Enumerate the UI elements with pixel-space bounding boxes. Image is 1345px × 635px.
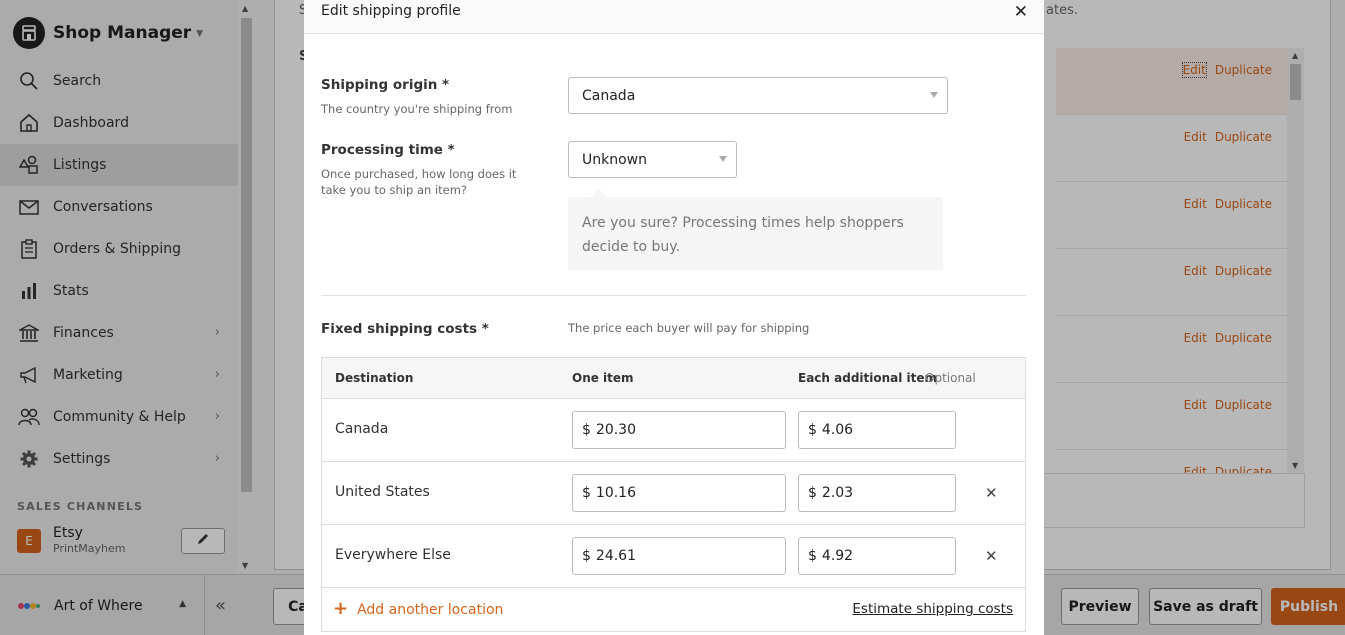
add-location-label: Add another location	[357, 601, 504, 618]
input-value: 20.30	[595, 422, 637, 438]
table-row: Canada $20.30 $4.06	[322, 399, 1025, 462]
table-footer: + Add another location Estimate shipping…	[322, 588, 1025, 632]
additional-item-price-input[interactable]: $2.03	[798, 474, 956, 512]
table-row: United States $10.16 $2.03 ✕	[322, 462, 1025, 525]
chevron-down-icon	[930, 92, 938, 98]
column-header-destination: Destination	[335, 371, 414, 385]
processing-time-label: Processing time *	[321, 142, 455, 158]
table-header: Destination One item Each additional ite…	[322, 358, 1025, 399]
currency-symbol: $	[808, 485, 817, 501]
shipping-costs-table: Destination One item Each additional ite…	[321, 357, 1026, 632]
input-value: 4.06	[821, 422, 854, 438]
chevron-down-icon	[719, 156, 727, 162]
processing-time-help: Once purchased, how long does it take yo…	[321, 167, 517, 197]
currency-symbol: $	[808, 548, 817, 564]
currency-symbol: $	[582, 548, 591, 564]
processing-time-warning: Are you sure? Processing times help shop…	[568, 197, 943, 270]
divider	[321, 295, 1026, 296]
processing-time-select[interactable]: Unknown	[568, 141, 737, 178]
table-row: Everywhere Else $24.61 $4.92 ✕	[322, 525, 1025, 588]
fixed-shipping-help: The price each buyer will pay for shippi…	[568, 321, 810, 335]
close-icon[interactable]: ✕	[1014, 2, 1028, 22]
additional-item-price-input[interactable]: $4.06	[798, 411, 956, 449]
fixed-shipping-label: Fixed shipping costs *	[321, 321, 489, 337]
modal-title: Edit shipping profile	[321, 3, 461, 19]
one-item-price-input[interactable]: $24.61	[572, 537, 786, 575]
column-header-one-item: One item	[572, 371, 634, 385]
modal-header: Edit shipping profile ✕	[304, 0, 1044, 34]
edit-shipping-profile-modal: Edit shipping profile ✕ Shipping origin …	[304, 0, 1044, 635]
one-item-price-input[interactable]: $20.30	[572, 411, 786, 449]
shipping-origin-help: The country you're shipping from	[321, 102, 513, 116]
input-value: 24.61	[595, 548, 637, 564]
add-location-button[interactable]: + Add another location	[333, 598, 504, 619]
column-header-each-additional: Each additional item	[798, 371, 938, 385]
shipping-origin-label: Shipping origin *	[321, 77, 450, 93]
input-value: 2.03	[821, 485, 854, 501]
one-item-price-input[interactable]: $10.16	[572, 474, 786, 512]
estimate-shipping-link[interactable]: Estimate shipping costs	[852, 601, 1013, 617]
currency-symbol: $	[582, 485, 591, 501]
currency-symbol: $	[808, 422, 817, 438]
remove-location-icon[interactable]: ✕	[985, 484, 998, 502]
currency-symbol: $	[582, 422, 591, 438]
shipping-origin-select[interactable]: Canada	[568, 77, 948, 114]
plus-icon: +	[333, 598, 349, 619]
destination-name: Everywhere Else	[335, 547, 451, 563]
tooltip-notch	[591, 189, 607, 197]
selected-value: Canada	[582, 87, 636, 104]
input-value: 10.16	[595, 485, 637, 501]
destination-name: Canada	[335, 421, 389, 437]
input-value: 4.92	[821, 548, 854, 564]
column-header-optional: Optional	[925, 371, 976, 385]
selected-value: Unknown	[582, 151, 647, 168]
remove-location-icon[interactable]: ✕	[985, 547, 998, 565]
destination-name: United States	[335, 484, 430, 500]
additional-item-price-input[interactable]: $4.92	[798, 537, 956, 575]
